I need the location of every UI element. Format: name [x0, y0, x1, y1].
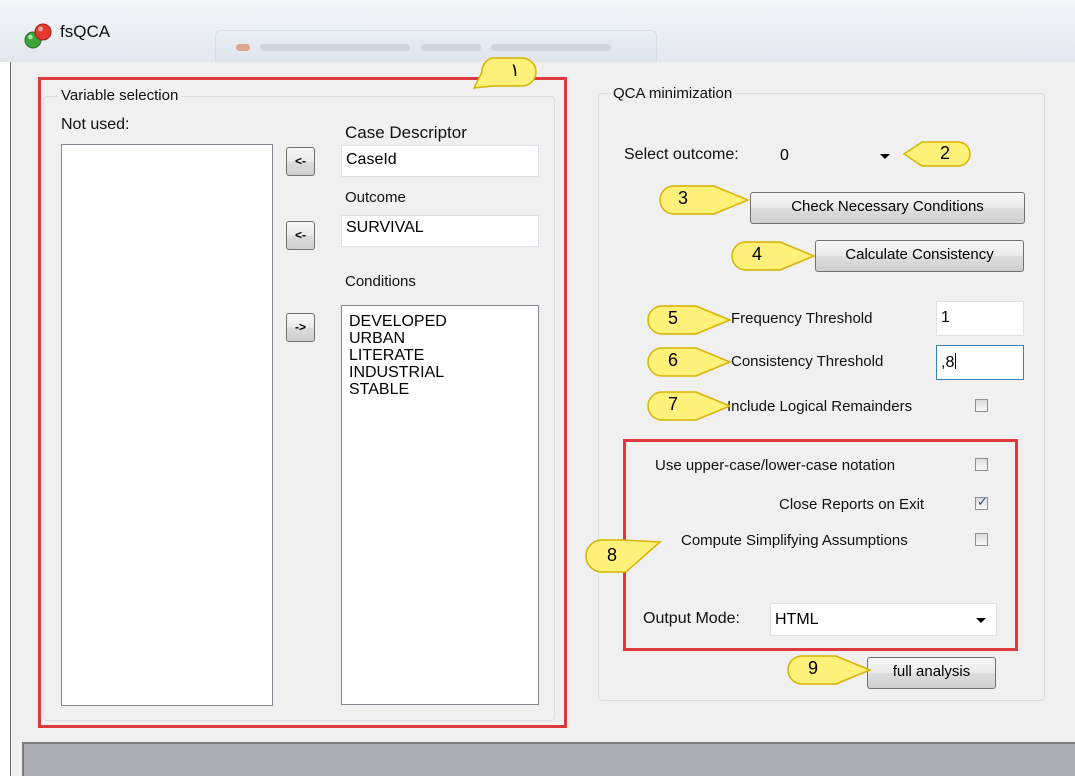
- window-title: fsQCA: [60, 22, 111, 41]
- full-analysis-button[interactable]: full analysis: [867, 657, 996, 689]
- consistency-threshold-label: Consistency Threshold: [731, 353, 884, 370]
- callout-8-label: 8: [606, 545, 617, 565]
- chevron-down-icon: [880, 154, 890, 159]
- callout-5-label: 5: [667, 308, 678, 328]
- include-remainders-checkbox[interactable]: [975, 399, 988, 412]
- traffic-light-icon: [24, 23, 52, 49]
- callout-1-label: ١: [510, 60, 520, 80]
- select-outcome-value: 0: [780, 147, 789, 164]
- screenshot-root: fsQCA Variable selection Not used: <- <-…: [0, 0, 1075, 776]
- consistency-threshold-field[interactable]: ,8: [936, 345, 1024, 380]
- callout-7-label: 7: [667, 394, 678, 414]
- variable-selection-highlight: [38, 77, 567, 728]
- check-necessary-conditions-button[interactable]: Check Necessary Conditions: [750, 192, 1025, 224]
- callout-2-label: 2: [939, 143, 950, 163]
- callout-3-label: 3: [677, 188, 688, 208]
- options-highlight: [623, 439, 1018, 651]
- calculate-consistency-button[interactable]: Calculate Consistency: [815, 240, 1024, 272]
- callout-9-label: 9: [807, 658, 818, 678]
- consistency-threshold-value: ,8: [941, 354, 955, 371]
- frequency-threshold-label: Frequency Threshold: [731, 310, 873, 327]
- background-window-tab: [215, 30, 657, 65]
- status-panel: [22, 742, 1075, 776]
- text-caret: [955, 353, 957, 369]
- callout-6-label: 6: [667, 350, 678, 370]
- select-outcome-label: Select outcome:: [624, 146, 739, 163]
- select-outcome-dropdown[interactable]: 0: [776, 142, 900, 170]
- frequency-threshold-field[interactable]: 1: [936, 301, 1024, 336]
- include-remainders-label: Include Logical Remainders: [727, 398, 913, 415]
- callout-4-label: 4: [751, 244, 762, 264]
- qca-minimization-title: QCA minimization: [610, 85, 736, 102]
